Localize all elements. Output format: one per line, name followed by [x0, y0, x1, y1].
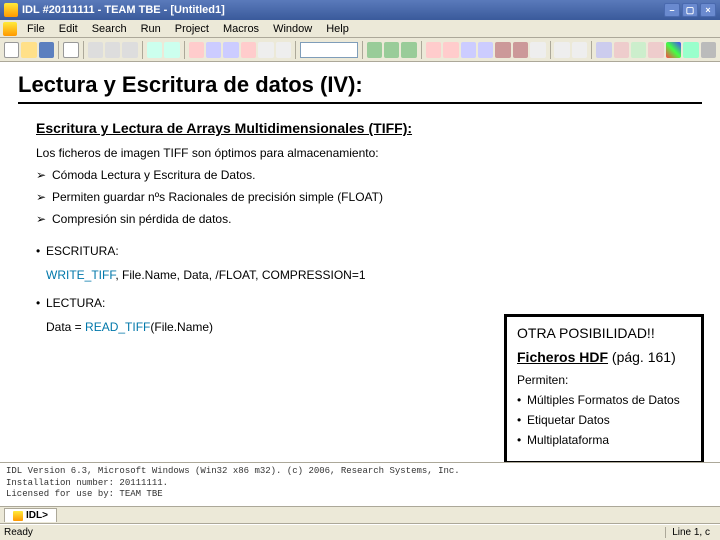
app-icon: [4, 3, 18, 17]
slide-title: Lectura y Escritura de datos (IV):: [18, 72, 702, 104]
keyword: WRITE_TIFF: [46, 268, 115, 282]
redo-icon[interactable]: [164, 42, 179, 58]
compile-icon[interactable]: [189, 42, 204, 58]
infobox-item: Etiquetar Datos: [517, 413, 691, 427]
info-box: OTRA POSIBILIDAD!! Ficheros HDF (pág. 16…: [504, 314, 704, 462]
separator-icon: [142, 41, 143, 59]
separator-icon: [591, 41, 592, 59]
infobox-item: Multiplataforma: [517, 433, 691, 447]
console-line: IDL Version 6.3, Microsoft Windows (Win3…: [6, 466, 714, 478]
status-line: Line 1, c: [665, 527, 716, 538]
tool-icon[interactable]: [276, 42, 291, 58]
separator-icon: [295, 41, 296, 59]
tool-icon[interactable]: [631, 42, 646, 58]
menu-help[interactable]: Help: [319, 21, 356, 37]
stop-icon[interactable]: [241, 42, 256, 58]
section-escritura: ESCRITURA:: [36, 244, 702, 258]
menu-project[interactable]: Project: [168, 21, 216, 37]
tab-icon: [13, 511, 23, 521]
tool-icon[interactable]: [513, 42, 528, 58]
tool-icon[interactable]: [572, 42, 587, 58]
infobox-item: Múltiples Formatos de Datos: [517, 393, 691, 407]
tool-icon[interactable]: [683, 42, 698, 58]
tool-icon[interactable]: [596, 42, 611, 58]
menu-edit[interactable]: Edit: [52, 21, 85, 37]
command-prefix: Data =: [46, 320, 85, 334]
tool-icon[interactable]: [367, 42, 382, 58]
close-button[interactable]: ×: [700, 3, 716, 17]
infobox-main-bold: Ficheros HDF: [517, 349, 608, 365]
tool-icon[interactable]: [495, 42, 510, 58]
run-icon[interactable]: [206, 42, 221, 58]
slide: Lectura y Escritura de datos (IV): Escri…: [0, 62, 720, 356]
search-field[interactable]: [300, 42, 358, 58]
run2-icon[interactable]: [223, 42, 238, 58]
menu-run[interactable]: Run: [134, 21, 168, 37]
print-icon[interactable]: [63, 42, 78, 58]
menu-window[interactable]: Window: [266, 21, 319, 37]
maximize-button[interactable]: ▢: [682, 3, 698, 17]
tab-label: IDL>: [26, 510, 48, 521]
command-args: (File.Name): [150, 320, 213, 334]
bullet-item: Cómoda Lectura y Escritura de Datos.: [36, 168, 702, 182]
new-icon[interactable]: [4, 42, 19, 58]
separator-icon: [421, 41, 422, 59]
infobox-title: OTRA POSIBILIDAD!!: [517, 325, 691, 341]
menu-macros[interactable]: Macros: [216, 21, 266, 37]
console-line: Licensed for use by: TEAM TBE: [6, 489, 714, 501]
tool-icon[interactable]: [478, 42, 493, 58]
infobox-main-rest: (pág. 161): [608, 349, 676, 365]
tool-icon[interactable]: [384, 42, 399, 58]
keyword: READ_TIFF: [85, 320, 150, 334]
copy-icon[interactable]: [105, 42, 120, 58]
separator-icon: [184, 41, 185, 59]
tool-icon[interactable]: [701, 42, 716, 58]
slide-subhead: Escritura y Lectura de Arrays Multidimen…: [36, 120, 702, 136]
cut-icon[interactable]: [88, 42, 103, 58]
menu-app-icon: [3, 22, 17, 36]
window-controls: – ▢ ×: [664, 3, 716, 17]
window-title: IDL #20111111 - TEAM TBE - [Untitled1]: [22, 4, 225, 16]
open-icon[interactable]: [21, 42, 36, 58]
undo-icon[interactable]: [147, 42, 162, 58]
minimize-button[interactable]: –: [664, 3, 680, 17]
infobox-main: Ficheros HDF (pág. 161): [517, 349, 691, 365]
document-area: Lectura y Escritura de datos (IV): Escri…: [0, 62, 720, 462]
tool-icon[interactable]: [648, 42, 663, 58]
prompt-tabs: IDL>: [0, 506, 720, 524]
tool-icon[interactable]: [461, 42, 476, 58]
command-args: , File.Name, Data, /FLOAT, COMPRESSION=1: [115, 268, 365, 282]
separator-icon: [362, 41, 363, 59]
menubar: File Edit Search Run Project Macros Wind…: [0, 20, 720, 38]
save-icon[interactable]: [39, 42, 54, 58]
bullet-item: Compresión sin pérdida de datos.: [36, 212, 702, 226]
write-command: WRITE_TIFF, File.Name, Data, /FLOAT, COM…: [46, 268, 702, 282]
tool-icon[interactable]: [258, 42, 273, 58]
menu-search[interactable]: Search: [85, 21, 134, 37]
menu-file[interactable]: File: [20, 21, 52, 37]
separator-icon: [550, 41, 551, 59]
intro-text: Los ficheros de imagen TIFF son óptimos …: [36, 146, 702, 160]
palette-icon[interactable]: [666, 42, 681, 58]
paste-icon[interactable]: [122, 42, 137, 58]
status-ready: Ready: [4, 527, 33, 538]
tool-icon[interactable]: [530, 42, 545, 58]
toolbar: [0, 38, 720, 62]
tool-icon[interactable]: [443, 42, 458, 58]
tool-icon[interactable]: [426, 42, 441, 58]
separator-icon: [83, 41, 84, 59]
idl-prompt-tab[interactable]: IDL>: [4, 508, 57, 522]
section-lectura: LECTURA:: [36, 296, 702, 310]
tool-icon[interactable]: [614, 42, 629, 58]
console-line: Installation number: 20111111.: [6, 478, 714, 490]
statusbar: Ready Line 1, c: [0, 524, 720, 540]
infobox-permit: Permiten:: [517, 373, 691, 387]
console-output: IDL Version 6.3, Microsoft Windows (Win3…: [0, 462, 720, 506]
separator-icon: [58, 41, 59, 59]
tool-icon[interactable]: [401, 42, 416, 58]
titlebar: IDL #20111111 - TEAM TBE - [Untitled1] –…: [0, 0, 720, 20]
bullet-item: Permiten guardar nºs Racionales de preci…: [36, 190, 702, 204]
tool-icon[interactable]: [554, 42, 569, 58]
